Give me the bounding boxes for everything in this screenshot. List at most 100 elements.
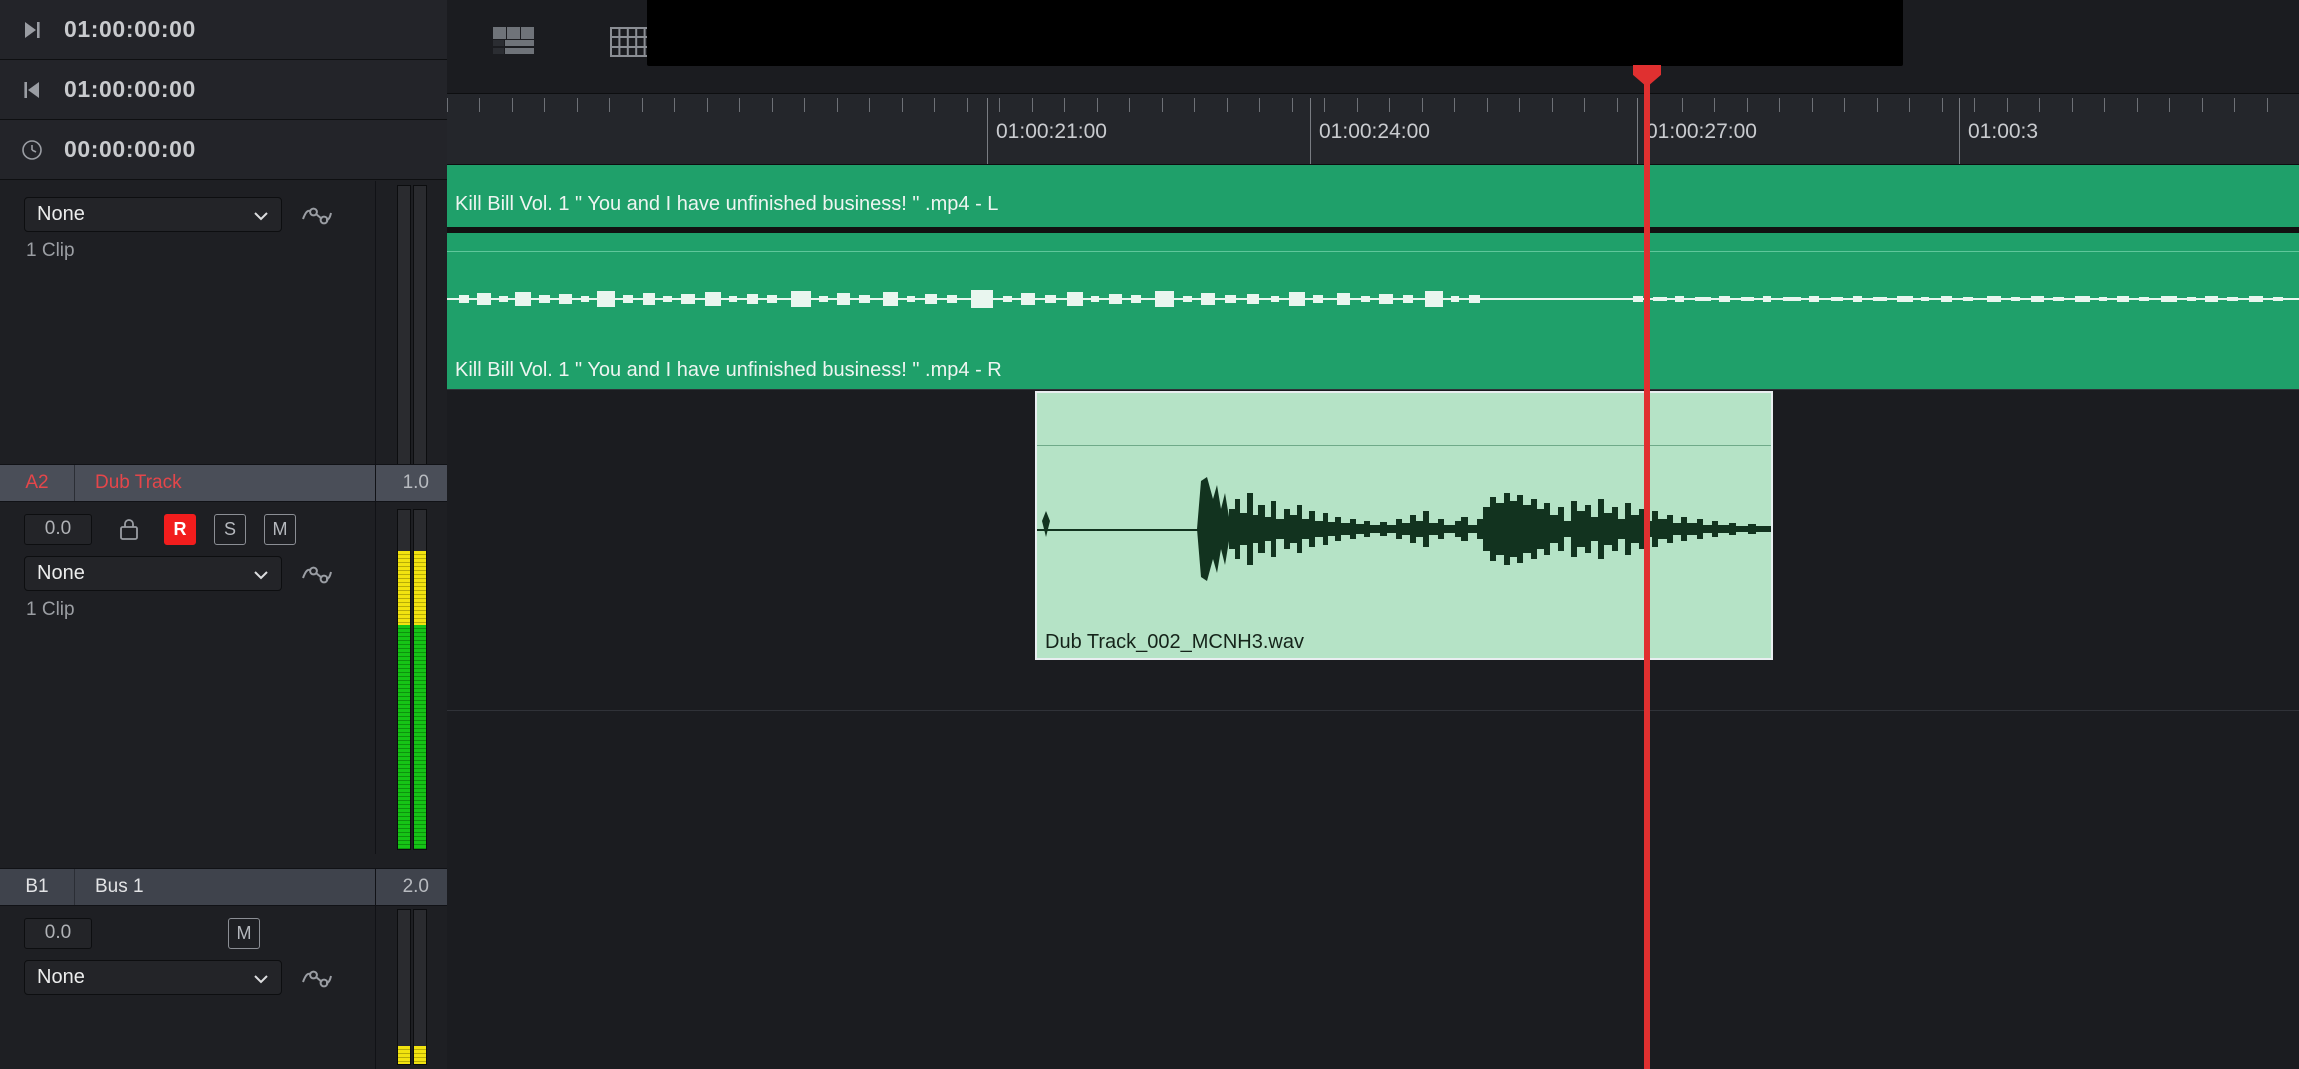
b1-filter-value: None (37, 966, 85, 988)
ruler-major-tick (1637, 98, 1638, 164)
b1-meter-yellow-r (413, 1045, 426, 1064)
a1-filter-dropdown[interactable]: None (24, 197, 282, 232)
viewer-toolbar (447, 0, 2299, 93)
b1-track-name[interactable]: Bus 1 (75, 876, 375, 898)
timecode-row-in[interactable]: 01:00:00:00 (0, 0, 447, 60)
ruler-tick (2169, 98, 2171, 112)
ruler-tick (1031, 98, 1033, 112)
timecode-in-value: 01:00:00:00 (64, 16, 196, 42)
a2-meter-green-l (397, 625, 410, 849)
ruler-tick (1974, 98, 1976, 112)
b1-lane[interactable] (447, 710, 2299, 1069)
ruler-major-tick (1310, 98, 1311, 164)
a2-solo-button[interactable]: S (214, 513, 246, 545)
ruler-tick (1681, 98, 1683, 112)
a1-waveform (447, 290, 2299, 308)
a2-record-arm-button[interactable]: R (164, 513, 196, 545)
skip-back-icon (0, 79, 64, 101)
ruler-tick (1486, 98, 1488, 112)
a2-meter-channel-r (412, 509, 427, 850)
dub-waveform (1042, 477, 1771, 581)
ruler-timecode-label: 01:00:27:00 (1646, 120, 1757, 143)
ruler-tick (1129, 98, 1131, 112)
ruler-tick (1421, 98, 1423, 112)
track-header-a2[interactable]: A2 Dub Track 1.0 0.0 R S M None 1 Clip (0, 464, 447, 854)
timeline-ruler[interactable]: 01:00:21:00 01:00:24:00 01:00:27:00 01:00:3… (447, 93, 2299, 165)
ruler-tick (1161, 98, 1163, 112)
b1-automation-curve-icon[interactable] (300, 965, 334, 991)
ruler-tick (1324, 98, 1326, 112)
a1-level-meter (375, 181, 447, 481)
ruler-major-tick (987, 98, 988, 164)
timecode-duration-value: 00:00:00:00 (64, 136, 196, 162)
ruler-tick (2201, 98, 2203, 112)
a2-meter-green-r (413, 625, 426, 849)
a2-track-name[interactable]: Dub Track (75, 472, 375, 494)
resolve-timeline-window: 01:00:00:00 01:00:00:00 00:00:00:00 None… (0, 0, 2299, 1069)
a2-mute-button[interactable]: M (264, 513, 296, 545)
playhead[interactable] (1633, 65, 1661, 1069)
track-lanes: Kill Bill Vol. 1 " You and I have unfini… (447, 165, 2299, 1069)
a2-automation-curve-icon[interactable] (300, 561, 334, 587)
ruler-tick (1584, 98, 1586, 112)
track-header-a1[interactable]: None 1 Clip (0, 181, 447, 481)
a1-clip-right[interactable]: Kill Bill Vol. 1 " You and I have unfini… (447, 233, 2299, 389)
b1-filter-dropdown[interactable]: None (24, 960, 282, 995)
a2-lane[interactable]: Dub Track_002_MCNH3.wav (447, 389, 2299, 660)
ruler-tick (1454, 98, 1456, 112)
viewer-canvas[interactable] (647, 0, 1903, 66)
ruler-timecode-label: 01:00:3 (1968, 120, 2039, 143)
a1-clip-left[interactable]: Kill Bill Vol. 1 " You and I have unfini… (447, 165, 2299, 227)
lock-icon[interactable] (112, 514, 146, 545)
timecode-row-out[interactable]: 01:00:00:00 (0, 60, 447, 120)
dub-clip[interactable]: Dub Track_002_MCNH3.wav (1035, 391, 1773, 660)
ruler-tick (739, 98, 741, 112)
timecode-out-value: 01:00:00:00 (64, 76, 196, 102)
ruler-timecode-label: 01:00:24:00 (1319, 120, 1430, 143)
b1-meter-yellow-l (397, 1045, 410, 1064)
a1-clip-left-label: Kill Bill Vol. 1 " You and I have unfini… (455, 193, 999, 215)
a1-meter-channel-l (396, 185, 411, 477)
ruler-tick (2104, 98, 2106, 112)
ruler-tick (447, 98, 448, 112)
ruler-tick (771, 98, 773, 112)
ruler-tick (2039, 98, 2041, 112)
a2-level-meter (375, 464, 447, 854)
track-header-b1[interactable]: B1 Bus 1 2.0 0.0 M None (0, 868, 447, 1069)
ruler-tick (544, 98, 546, 112)
a2-meter-yellow-r (413, 550, 426, 626)
a2-gain-field[interactable]: 0.0 (24, 513, 92, 545)
ruler-tick (1616, 98, 1618, 112)
ruler-tick (1096, 98, 1098, 112)
chevron-down-icon (253, 566, 269, 582)
ruler-tick (1714, 98, 1716, 112)
ruler-tick (1226, 98, 1228, 112)
timeline-view-icon[interactable] (491, 24, 537, 60)
ruler-tick (1811, 98, 1813, 112)
ruler-major-tick (1959, 98, 1960, 164)
b1-mute-button[interactable]: M (228, 917, 260, 949)
b1-level-meter (375, 868, 447, 1069)
ruler-tick (2266, 98, 2268, 112)
dub-clip-header-line (1037, 445, 1771, 446)
a2-filter-dropdown[interactable]: None (24, 556, 282, 591)
a1-automation-curve-icon[interactable] (300, 202, 334, 228)
ruler-tick (1876, 98, 1878, 112)
a1-waveform-top-guide (447, 251, 2299, 252)
ruler-tick (934, 98, 936, 112)
ruler-tick (1194, 98, 1196, 112)
ruler-tick (869, 98, 871, 112)
timecode-row-duration[interactable]: 00:00:00:00 (0, 120, 447, 180)
ruler-tick (1909, 98, 1911, 112)
ruler-tick (1389, 98, 1391, 112)
ruler-tick (836, 98, 838, 112)
ruler-tick (1519, 98, 1521, 112)
ruler-tick (999, 98, 1001, 112)
ruler-tick (2234, 98, 2236, 112)
a1-filter-value: None (37, 203, 85, 225)
ruler-tick (1746, 98, 1748, 112)
a1-meter-channel-r (412, 185, 427, 477)
b1-gain-field[interactable]: 0.0 (24, 917, 92, 949)
ruler-tick (674, 98, 676, 112)
ruler-tick (641, 98, 643, 112)
